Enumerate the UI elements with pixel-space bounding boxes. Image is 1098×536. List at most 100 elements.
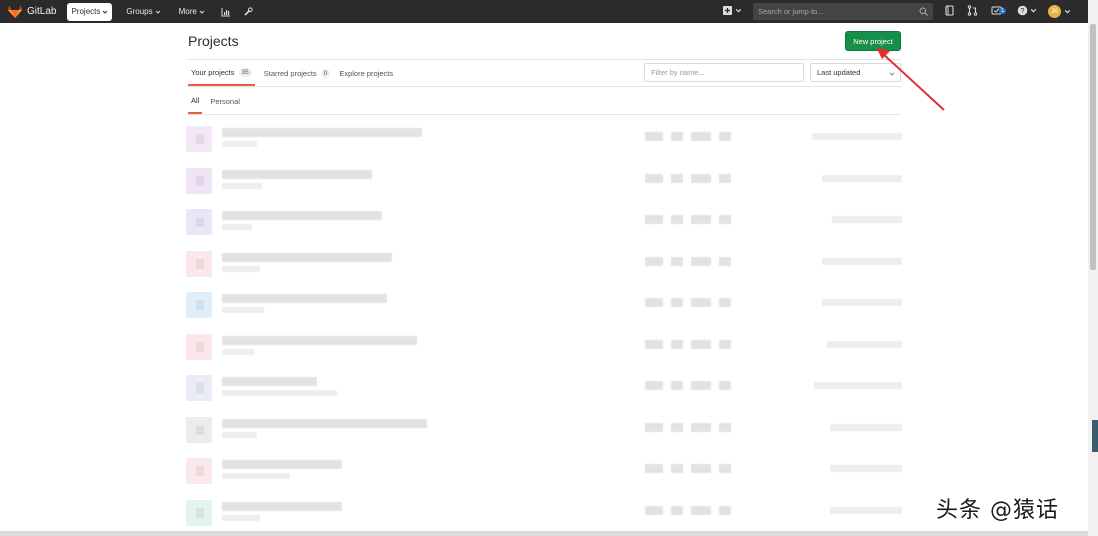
project-row[interactable] bbox=[186, 160, 906, 198]
project-stat-blurred bbox=[691, 339, 711, 349]
tab-explore-projects[interactable]: Explore projects bbox=[339, 60, 393, 86]
project-stat-blurred bbox=[671, 381, 683, 390]
project-stat-blurred bbox=[719, 215, 731, 224]
subtab-all[interactable]: All bbox=[188, 89, 203, 114]
subtab-personal[interactable]: Personal bbox=[210, 89, 240, 114]
project-stat-blurred bbox=[645, 505, 663, 515]
project-row[interactable] bbox=[186, 492, 906, 530]
search-input[interactable]: Search or jump to... bbox=[753, 3, 933, 20]
project-stat-blurred bbox=[671, 339, 683, 349]
divider bbox=[187, 114, 901, 115]
project-name-blurred[interactable] bbox=[222, 211, 382, 220]
help-question-icon: ? bbox=[1017, 5, 1028, 16]
scrollbar-thumb[interactable] bbox=[1090, 24, 1096, 270]
project-stat-blurred bbox=[671, 215, 683, 224]
project-updated-blurred bbox=[830, 506, 902, 514]
project-avatar[interactable] bbox=[186, 250, 212, 277]
project-avatar[interactable] bbox=[186, 167, 212, 194]
watermark-text: 头条 @猿话 bbox=[936, 498, 1059, 523]
more-menu-dropdown[interactable]: More bbox=[175, 3, 209, 21]
project-stat-blurred bbox=[671, 173, 683, 183]
brand-name: GitLab bbox=[27, 6, 57, 17]
project-avatar[interactable] bbox=[186, 333, 212, 360]
project-row[interactable] bbox=[186, 367, 906, 405]
project-scope-tabs: Your projects 35 Starred projects 0 Expl… bbox=[188, 60, 402, 86]
project-updated-blurred bbox=[827, 340, 902, 348]
count-badge: 0 bbox=[320, 68, 331, 78]
gitlab-logo-icon bbox=[8, 5, 22, 18]
tab-your-projects[interactable]: Your projects 35 bbox=[188, 60, 255, 86]
project-stat-blurred bbox=[691, 381, 711, 390]
project-row[interactable] bbox=[186, 326, 906, 364]
todo-count-badge: 1 bbox=[999, 7, 1007, 14]
project-description-blurred bbox=[222, 307, 264, 313]
project-stat-blurred bbox=[691, 298, 711, 307]
subtab-label: All bbox=[191, 96, 200, 105]
project-avatar[interactable] bbox=[186, 458, 212, 484]
project-name-blurred[interactable] bbox=[222, 418, 427, 428]
groups-menu-label: Groups bbox=[126, 7, 153, 16]
project-stat-blurred bbox=[645, 422, 663, 432]
project-updated-blurred bbox=[832, 216, 902, 223]
project-row[interactable] bbox=[186, 450, 906, 488]
project-row[interactable] bbox=[186, 409, 906, 447]
project-avatar[interactable] bbox=[186, 292, 212, 318]
project-name-blurred[interactable] bbox=[222, 335, 417, 345]
project-name-blurred[interactable] bbox=[222, 294, 387, 303]
project-row[interactable] bbox=[186, 243, 906, 281]
plus-square-icon bbox=[723, 6, 732, 15]
project-description-blurred bbox=[222, 514, 260, 521]
project-row[interactable] bbox=[186, 201, 906, 239]
side-feedback-tab[interactable] bbox=[1092, 420, 1098, 452]
project-name-blurred[interactable] bbox=[222, 128, 422, 137]
issues-icon bbox=[945, 5, 954, 16]
new-item-dropdown[interactable] bbox=[722, 5, 742, 16]
project-updated-blurred bbox=[822, 174, 902, 182]
more-menu-label: More bbox=[178, 7, 197, 16]
todos-link[interactable]: 1 bbox=[991, 5, 1007, 16]
project-avatar[interactable] bbox=[186, 499, 212, 526]
project-avatar[interactable] bbox=[186, 126, 212, 152]
project-row[interactable] bbox=[186, 284, 906, 322]
page-title: Projects bbox=[188, 33, 239, 49]
project-avatar[interactable] bbox=[186, 416, 212, 443]
count-badge: 35 bbox=[238, 67, 252, 77]
groups-menu-dropdown[interactable]: Groups bbox=[122, 3, 164, 21]
activity-chart-link[interactable] bbox=[221, 7, 231, 17]
admin-area-link[interactable] bbox=[243, 6, 253, 17]
project-name-blurred[interactable] bbox=[222, 460, 342, 469]
project-stat-blurred bbox=[719, 298, 731, 307]
issues-link[interactable] bbox=[944, 5, 955, 16]
tab-label: Your projects bbox=[191, 67, 235, 77]
merge-requests-link[interactable] bbox=[967, 5, 978, 16]
project-updated-blurred bbox=[830, 465, 902, 472]
project-stat-blurred bbox=[691, 256, 711, 266]
project-name-blurred[interactable] bbox=[222, 252, 392, 262]
horizontal-scrollbar[interactable] bbox=[0, 531, 1088, 536]
filter-placeholder: Filter by name... bbox=[651, 68, 705, 77]
gitlab-home-link[interactable]: GitLab bbox=[8, 5, 56, 18]
chevron-down-icon bbox=[1030, 8, 1037, 13]
project-stat-blurred bbox=[671, 464, 683, 473]
project-name-blurred[interactable] bbox=[222, 377, 317, 386]
project-stat-blurred bbox=[719, 505, 731, 515]
svg-text:?: ? bbox=[1021, 8, 1025, 15]
filter-by-name-input[interactable]: Filter by name... bbox=[644, 63, 804, 82]
project-description-blurred bbox=[222, 224, 252, 230]
projects-menu-dropdown[interactable]: Projects bbox=[67, 2, 113, 21]
project-description-blurred bbox=[222, 348, 254, 355]
project-stat-blurred bbox=[719, 381, 731, 390]
project-avatar[interactable] bbox=[186, 209, 212, 235]
project-avatar[interactable] bbox=[186, 375, 212, 401]
project-description-blurred bbox=[222, 431, 257, 438]
project-updated-blurred bbox=[814, 382, 902, 389]
project-stat-blurred bbox=[691, 464, 711, 473]
project-row[interactable] bbox=[186, 118, 906, 156]
project-updated-blurred bbox=[812, 133, 902, 140]
user-menu-dropdown[interactable]: JK bbox=[1048, 5, 1071, 18]
project-stat-blurred bbox=[719, 256, 731, 266]
project-name-blurred[interactable] bbox=[222, 169, 372, 179]
help-dropdown[interactable]: ? bbox=[1017, 5, 1037, 16]
tab-starred-projects[interactable]: Starred projects 0 bbox=[264, 60, 331, 86]
project-name-blurred[interactable] bbox=[222, 501, 342, 511]
